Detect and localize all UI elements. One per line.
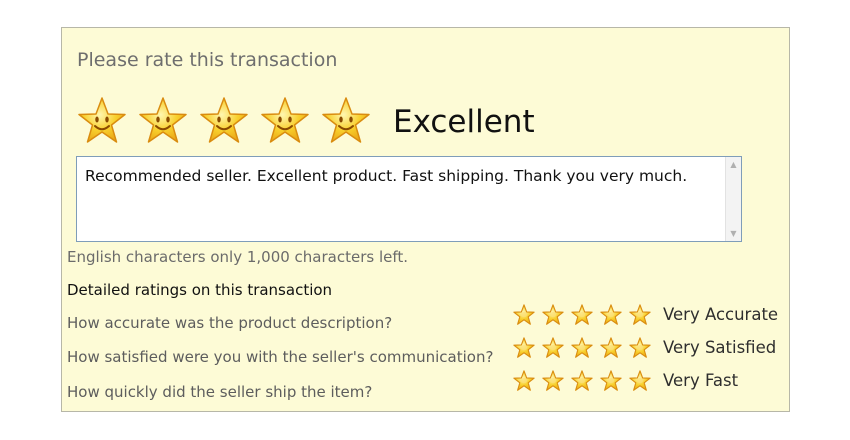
- overall-rating-label: Excellent: [393, 104, 535, 140]
- characters-left-text: English characters only 1,000 characters…: [67, 248, 409, 266]
- question-communication: How satisfied were you with the seller's…: [67, 348, 494, 366]
- star-icon[interactable]: [542, 337, 564, 359]
- star-3-icon[interactable]: [199, 96, 249, 146]
- comment-text: Recommended seller. Excellent product. F…: [85, 167, 688, 185]
- star-1-icon[interactable]: [77, 96, 127, 146]
- comment-textarea[interactable]: Recommended seller. Excellent product. F…: [76, 156, 742, 242]
- rating-panel: Please rate this transaction Excellent R…: [61, 27, 790, 412]
- star-icon[interactable]: [629, 370, 651, 392]
- comment-scrollbar[interactable]: ▲ ▼: [725, 157, 741, 241]
- star-icon[interactable]: [513, 370, 535, 392]
- star-icon[interactable]: [600, 337, 622, 359]
- star-icon[interactable]: [571, 304, 593, 326]
- panel-title: Please rate this transaction: [77, 49, 338, 71]
- star-icon[interactable]: [571, 337, 593, 359]
- star-icon[interactable]: [542, 304, 564, 326]
- scroll-down-icon[interactable]: ▼: [728, 228, 739, 239]
- star-icon[interactable]: [571, 370, 593, 392]
- detailed-ratings-heading: Detailed ratings on this transaction: [67, 281, 333, 299]
- star-icon[interactable]: [629, 337, 651, 359]
- shipping-rating-label: Very Fast: [663, 371, 739, 390]
- star-icon[interactable]: [513, 337, 535, 359]
- star-icon[interactable]: [629, 304, 651, 326]
- star-icon[interactable]: [513, 304, 535, 326]
- star-2-icon[interactable]: [138, 96, 188, 146]
- communication-rating-label: Very Satisfied: [663, 338, 777, 357]
- star-5-icon[interactable]: [321, 96, 371, 146]
- accuracy-rating-label: Very Accurate: [663, 305, 779, 324]
- question-shipping: How quickly did the seller ship the item…: [67, 383, 373, 401]
- star-icon[interactable]: [542, 370, 564, 392]
- question-accuracy: How accurate was the product description…: [67, 314, 393, 332]
- star-icon[interactable]: [600, 370, 622, 392]
- star-4-icon[interactable]: [260, 96, 310, 146]
- star-icon[interactable]: [600, 304, 622, 326]
- scroll-up-icon[interactable]: ▲: [728, 159, 739, 170]
